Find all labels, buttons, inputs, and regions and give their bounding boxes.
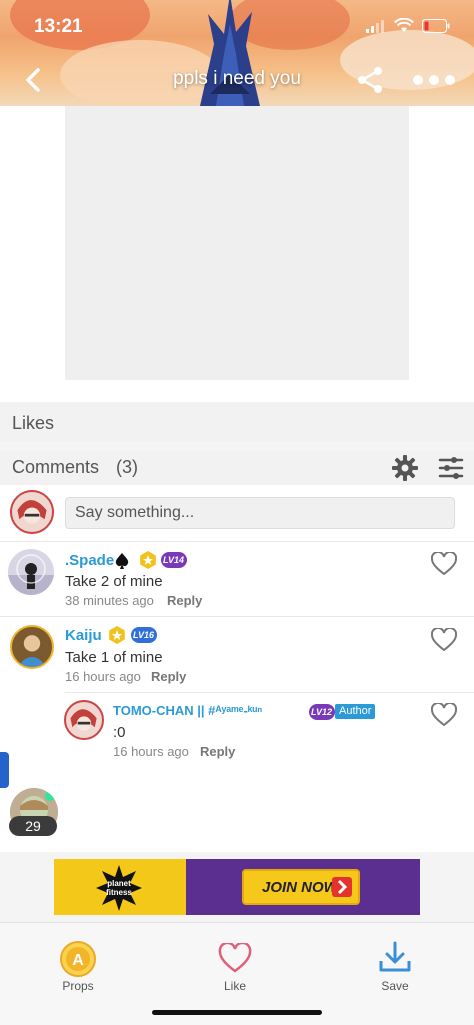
banner-artwork	[200, 0, 260, 106]
side-drawer-tab[interactable]	[0, 752, 9, 788]
status-icons	[366, 18, 450, 33]
commenter-avatar[interactable]	[8, 549, 54, 595]
commenter-avatar[interactable]	[64, 700, 104, 740]
online-count: 29	[9, 816, 57, 836]
comment-time: 16 hours ago	[113, 744, 189, 759]
comments-label: Comments	[12, 457, 100, 477]
filter-icon[interactable]	[438, 457, 464, 479]
reply-button[interactable]: Reply	[151, 669, 186, 684]
header-banner: 13:21 ppls i need you	[0, 0, 474, 106]
download-icon	[379, 941, 411, 972]
post-image[interactable]	[65, 106, 409, 380]
more-options-icon[interactable]	[412, 72, 456, 88]
commenter-avatar[interactable]	[10, 625, 54, 669]
likes-section[interactable]: Likes	[0, 403, 474, 441]
join-now-label: JOIN NOW	[262, 879, 338, 896]
ad-banner-area: planet fitness JOIN NOW	[0, 852, 474, 922]
likes-label: Likes	[12, 413, 55, 433]
join-now-button[interactable]: JOIN NOW	[242, 869, 360, 905]
curator-badge-icon	[109, 626, 125, 644]
spade-icon	[115, 553, 129, 569]
comment-text: Take 2 of mine	[65, 573, 163, 590]
save-button[interactable]: Save	[355, 933, 435, 995]
comments-count: (3)	[116, 457, 138, 477]
home-indicator	[152, 1010, 322, 1015]
props-button[interactable]: A Props	[38, 933, 118, 995]
battery-icon	[422, 18, 450, 33]
level-badge: LV16	[131, 627, 158, 643]
commenter-name[interactable]: .Spade	[65, 552, 114, 569]
commenter-name[interactable]: TOMO-CHAN || #ᴬʸᵃᵐᵉ-ᵏᵘⁿ	[113, 703, 262, 718]
svg-text:A: A	[72, 952, 84, 969]
chevron-right-icon	[332, 877, 352, 897]
comment-time: 38 minutes ago	[65, 593, 154, 608]
heart-icon	[218, 943, 252, 973]
heart-icon[interactable]	[431, 552, 457, 576]
post-title: ppls i need you	[173, 68, 301, 89]
comment-text: Take 1 of mine	[65, 649, 163, 666]
commenter-name[interactable]: Kaiju	[65, 627, 102, 644]
level-badge: LV14	[161, 552, 188, 568]
ad-logo-text: planet fitness	[106, 879, 132, 897]
status-time: 13:21	[34, 16, 83, 37]
ad-banner[interactable]: planet fitness JOIN NOW	[54, 859, 420, 915]
post-screen: 13:21 ppls i need you Likes Comments (3)…	[0, 0, 474, 1025]
level-badge: LV12	[309, 704, 336, 720]
comment-input[interactable]: Say something...	[65, 497, 455, 529]
heart-icon[interactable]	[431, 703, 457, 727]
comments-header: Comments (3)	[0, 451, 474, 485]
like-label: Like	[223, 979, 246, 993]
save-label: Save	[381, 979, 409, 993]
signal-icon	[366, 19, 384, 33]
reply-button[interactable]: Reply	[200, 744, 235, 759]
comment-text: :0	[113, 724, 126, 741]
author-tag: Author	[335, 704, 376, 719]
like-button[interactable]: Like	[195, 933, 275, 995]
gear-icon[interactable]	[392, 455, 418, 481]
props-label: Props	[62, 979, 94, 993]
comment-time: 16 hours ago	[65, 669, 141, 684]
props-coin-icon: A	[60, 941, 96, 977]
my-avatar	[10, 490, 54, 534]
wifi-icon	[394, 18, 414, 32]
heart-icon[interactable]	[431, 628, 457, 652]
post-content	[0, 106, 474, 402]
comments-list: Say something... .Spade LV14 Take 2 of m…	[0, 485, 474, 852]
reply-button[interactable]: Reply	[167, 593, 202, 608]
curator-badge-icon	[140, 551, 156, 569]
share-icon[interactable]	[354, 64, 386, 96]
